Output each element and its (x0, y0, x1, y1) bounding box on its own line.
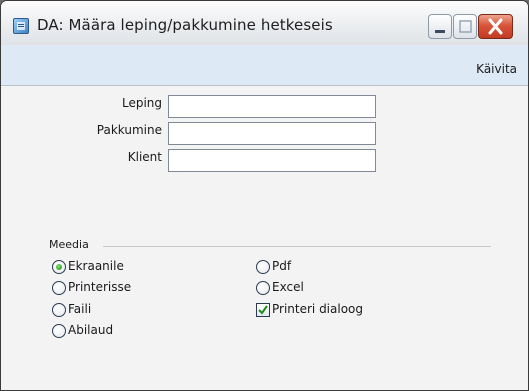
close-icon (488, 18, 503, 35)
contract-label: Leping (121, 96, 162, 110)
checkbox (256, 303, 270, 317)
radio-label: Ekraanile (68, 259, 124, 273)
radio-button (52, 303, 66, 317)
checkmark-icon (258, 305, 268, 315)
client-label: Klient (127, 150, 162, 164)
radio-label: Pdf (272, 259, 292, 273)
radio-button (52, 324, 66, 338)
radio-button (256, 260, 270, 274)
maximize-icon (459, 20, 472, 33)
dialog-window: DA: Määra leping/pakkumine hetkeseis Käi… (0, 0, 529, 391)
form-panel: Leping Pakkumine Klient Meedia Ekraanile… (1, 86, 528, 390)
app-icon (13, 18, 29, 34)
title-bar[interactable]: DA: Määra leping/pakkumine hetkeseis (1, 1, 528, 45)
checkbox-label: Printeri dialoog (272, 302, 364, 316)
radio-label: Excel (272, 280, 304, 294)
radio-button (256, 281, 270, 295)
radio-label: Faili (68, 302, 92, 316)
toolbar: Käivita (1, 45, 528, 86)
contract-field[interactable] (168, 95, 376, 118)
minimize-button[interactable] (428, 14, 452, 39)
radio-button (52, 281, 66, 295)
maximize-button[interactable] (453, 14, 477, 39)
radio-label: Printerisse (68, 280, 132, 294)
run-button[interactable]: Käivita (476, 62, 517, 76)
close-button[interactable] (478, 14, 513, 39)
offer-field[interactable] (168, 122, 376, 145)
minimize-icon (435, 30, 445, 33)
window-title: DA: Määra leping/pakkumine hetkeseis (37, 16, 333, 34)
media-group-label: Meedia (49, 238, 89, 251)
radio-label: Abilaud (68, 323, 114, 337)
radio-button (52, 260, 66, 274)
client-field[interactable] (168, 149, 376, 172)
offer-label: Pakkumine (96, 123, 162, 137)
media-group-divider (103, 246, 491, 247)
radio-selected-dot (56, 264, 62, 270)
